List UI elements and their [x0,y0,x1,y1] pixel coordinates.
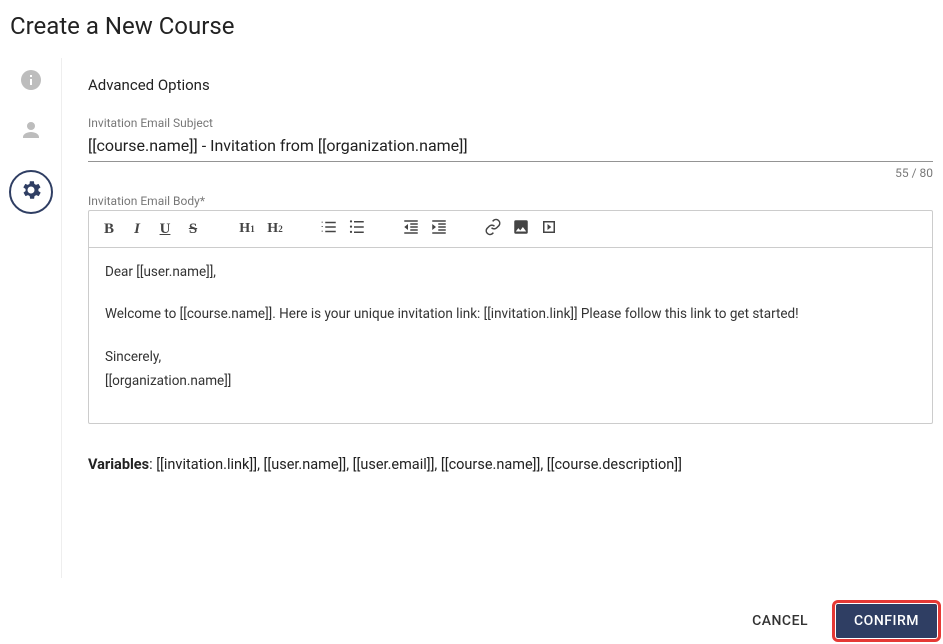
body-line-1: Dear [[user.name]], [105,262,916,282]
editor-body[interactable]: Dear [[user.name]], Welcome to [[course.… [89,248,932,423]
unordered-list-icon [348,218,366,241]
subject-input[interactable] [88,132,933,162]
h1-label-a: H [239,221,250,237]
h2-button[interactable]: H2 [263,217,287,241]
person-icon [19,118,43,146]
bold-button[interactable]: B [97,217,121,241]
h1-label-b: 1 [250,224,255,234]
subject-label: Invitation Email Subject [88,116,933,130]
toolbar-group-text: B I U S [97,217,213,241]
toolbar-group-media [481,217,569,241]
cancel-button[interactable]: CANCEL [734,604,826,638]
strike-button[interactable]: S [181,217,205,241]
h1-button[interactable]: H1 [235,217,259,241]
variables-hint: Variables: [[invitation.link]], [[user.n… [88,456,933,473]
indent-icon [430,218,448,241]
content-area: Advanced Options Invitation Email Subjec… [62,58,943,578]
body-line-4: [[organization.name]] [105,371,916,391]
body-spacer [105,286,916,300]
body-line-3: Sincerely, [105,347,916,367]
outdent-icon [402,218,420,241]
h2-label-a: H [267,221,278,237]
rich-text-editor: B I U S H1 H2 [88,210,933,424]
link-button[interactable] [481,217,505,241]
body-line-2: Welcome to [[course.name]]. Here is your… [105,304,916,324]
confirm-button[interactable]: CONFIRM [836,604,937,638]
italic-button[interactable]: I [125,217,149,241]
image-button[interactable] [509,217,533,241]
outdent-button[interactable] [399,217,423,241]
body-field-group: Invitation Email Body* B I U S H1 H2 [88,194,933,424]
video-button[interactable] [537,217,561,241]
toolbar-group-heading: H1 H2 [235,217,295,241]
variables-label: Variables [88,456,149,473]
body-spacer [105,329,916,343]
gear-icon [19,178,43,206]
underline-button[interactable]: U [153,217,177,241]
layout: Advanced Options Invitation Email Subjec… [0,58,943,578]
indent-button[interactable] [427,217,451,241]
step-info[interactable] [19,70,43,94]
step-user[interactable] [19,120,43,144]
link-icon [484,218,502,241]
image-icon [512,218,530,241]
stepper [0,58,62,578]
ordered-list-icon [320,218,338,241]
footer-actions: CANCEL CONFIRM [734,604,937,638]
subject-field-group: Invitation Email Subject 55 / 80 [88,116,933,180]
page-title: Create a New Course [0,0,943,58]
step-settings[interactable] [9,170,53,214]
variables-list: : [[invitation.link]], [[user.name]], [[… [149,456,682,473]
section-heading: Advanced Options [88,76,933,94]
unordered-list-button[interactable] [345,217,369,241]
video-icon [540,218,558,241]
h2-label-b: 2 [278,224,283,234]
info-icon [19,68,43,96]
ordered-list-button[interactable] [317,217,341,241]
editor-toolbar: B I U S H1 H2 [89,211,932,248]
toolbar-group-indent [399,217,459,241]
toolbar-group-list [317,217,377,241]
subject-counter: 55 / 80 [88,166,933,180]
body-label: Invitation Email Body* [88,194,933,208]
